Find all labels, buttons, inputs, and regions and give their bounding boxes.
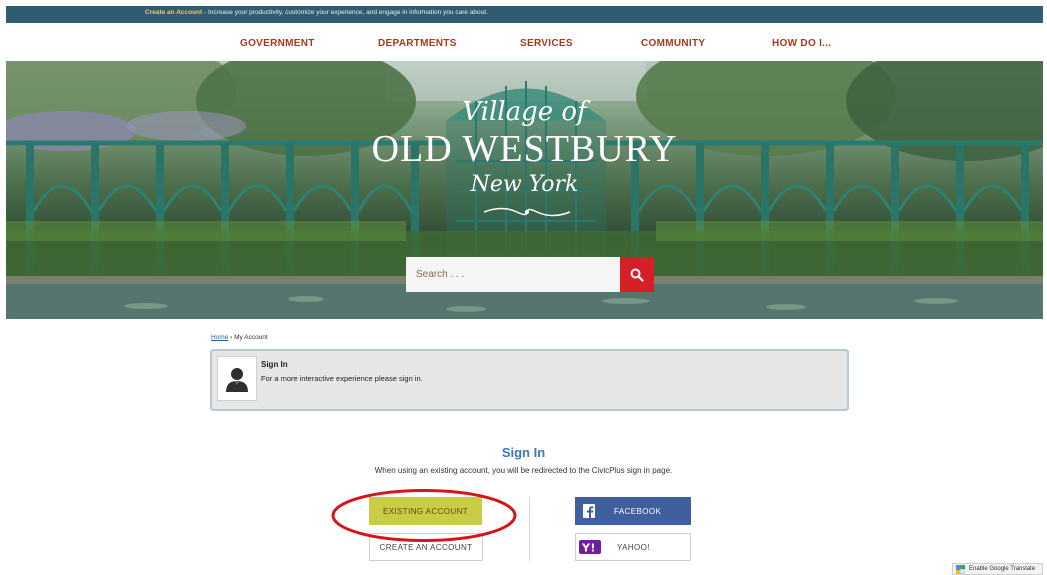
nav-item-how-do-i[interactable]: HOW DO I... <box>772 38 831 49</box>
top-account-bar: Create an Account - Increase your produc… <box>6 6 1043 23</box>
create-account-label: CREATE AN ACCOUNT <box>379 542 473 552</box>
nav-item-community[interactable]: COMMUNITY <box>641 38 705 49</box>
yahoo-label: YAHOO! <box>617 542 650 552</box>
search-input[interactable]: Search . . . <box>406 257 620 292</box>
account-promo-text: Create an Account - Increase your produc… <box>145 9 488 16</box>
breadcrumb-current: My Account <box>234 334 268 341</box>
facebook-icon <box>575 497 603 525</box>
signin-notice-panel: Sign In For a more interactive experienc… <box>210 349 849 411</box>
user-silhouette-icon <box>226 367 248 392</box>
avatar <box>217 356 257 401</box>
facebook-signin-button[interactable]: FACEBOOK <box>575 497 691 525</box>
breadcrumb-home-link[interactable]: Home <box>211 334 228 341</box>
brand-state-text: New York <box>470 172 579 197</box>
notice-title: Sign In <box>261 360 288 369</box>
brand-flourish-icon <box>483 207 571 217</box>
nav-item-services[interactable]: SERVICES <box>520 38 573 49</box>
village-brand: Village of OLD WESTBURY New York <box>6 97 1043 199</box>
highlight-ring-annotation <box>331 489 517 542</box>
google-translate-icon <box>956 564 965 574</box>
signin-description: When using an existing account, you will… <box>374 466 673 475</box>
svg-text:Y!: Y! <box>581 542 596 555</box>
signin-divider <box>529 497 530 561</box>
main-navigation: GOVERNMENT DEPARTMENTS SERVICES COMMUNIT… <box>0 23 1047 61</box>
nav-item-departments[interactable]: DEPARTMENTS <box>378 38 457 49</box>
signin-heading: Sign In <box>501 445 546 460</box>
brand-village-text: Village of <box>462 97 587 127</box>
search-icon <box>630 268 644 282</box>
yahoo-icon: Y! <box>576 533 604 561</box>
account-promo-message: - Increase your productivity, customize … <box>202 9 488 16</box>
search-button[interactable] <box>620 257 654 292</box>
facebook-label: FACEBOOK <box>614 506 662 516</box>
notice-subtitle: For a more interactive experience please… <box>261 374 423 383</box>
create-account-link[interactable]: Create an Account <box>145 9 202 16</box>
nav-item-government[interactable]: GOVERNMENT <box>240 38 315 49</box>
brand-city-text: OLD WESTBURY <box>371 128 678 170</box>
yahoo-signin-button[interactable]: Y! YAHOO! <box>575 533 691 561</box>
google-translate-label: Enable Google Translate <box>969 566 1036 572</box>
google-translate-button[interactable]: Enable Google Translate <box>952 563 1043 575</box>
breadcrumb: Home › My Account <box>211 334 268 341</box>
hero-banner: Village of OLD WESTBURY New York Search … <box>6 61 1043 319</box>
